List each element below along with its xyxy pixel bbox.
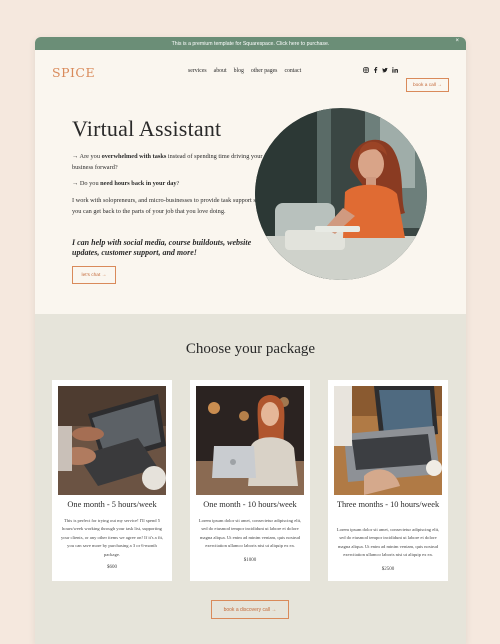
package-description: Lorem ipsum dolor sit amet, consectetur … [336, 527, 440, 558]
nav-services[interactable]: services [188, 68, 207, 74]
package-price: $600 [107, 565, 117, 570]
book-call-button[interactable]: book a call → [406, 78, 449, 92]
package-image [58, 386, 166, 495]
hero-question-1: → Are you overwhelmed with tasks instead… [72, 153, 263, 171]
nav-contact[interactable]: contact [284, 68, 301, 74]
facebook-icon[interactable] [373, 67, 378, 73]
browser-frame: This is a premium template for Squarespa… [35, 37, 466, 644]
package-price: $1000 [243, 558, 257, 563]
package-card: One month - 10 hours/week Lorem ipsum do… [190, 380, 310, 581]
nav-about[interactable]: about [214, 68, 227, 74]
hero-section: Virtual Assistant → Are you overwhelmed … [35, 94, 466, 351]
logo[interactable]: SPICE [52, 65, 95, 80]
package-title: Three months - 10 hours/week [336, 500, 440, 509]
twitter-icon[interactable] [382, 67, 388, 73]
package-description: Lorem ipsum dolor sit amet, consectetur … [198, 518, 302, 549]
package-card: Three months - 10 hours/week Lorem ipsum… [328, 380, 448, 581]
instagram-icon[interactable] [363, 67, 369, 73]
package-image [196, 386, 304, 495]
nav-blog[interactable]: blog [234, 68, 244, 74]
packages-title: Choose your package [185, 341, 316, 357]
package-title: One month - 5 hours/week [67, 500, 157, 509]
package-description: This is perfect for trying out my servic… [60, 518, 164, 557]
announcement-text[interactable]: This is a premium template for Squarespa… [172, 41, 330, 47]
close-icon[interactable]: × [455, 38, 459, 44]
header: SPICE services about blog other pages co… [35, 50, 466, 94]
nav-other-pages[interactable]: other pages [251, 68, 278, 74]
linkedin-icon[interactable] [392, 67, 398, 73]
package-card: One month - 5 hours/week This is perfect… [52, 380, 172, 581]
main-nav: services about blog other pages contact [188, 68, 301, 74]
hero-emphasis: I can help with social media, course bui… [72, 238, 252, 257]
package-title: One month - 10 hours/week [203, 500, 297, 509]
discovery-call-button[interactable]: book a discovery call → [211, 600, 289, 619]
hero-title: Virtual Assistant [72, 116, 222, 141]
package-price: $2500 [381, 567, 395, 572]
lets-chat-button[interactable]: let's chat → [72, 266, 116, 284]
announcement-bar[interactable]: This is a premium template for Squarespa… [35, 37, 466, 50]
hero-body: I work with solopreneurs, and micro-busi… [72, 197, 259, 215]
hero-photo [255, 108, 427, 280]
package-image [334, 386, 442, 495]
packages-section: Choose your package One month - 5 hours/… [35, 314, 466, 644]
social-links [363, 67, 398, 73]
hero-question-2: → Do you need hours back in your day? [72, 180, 180, 187]
